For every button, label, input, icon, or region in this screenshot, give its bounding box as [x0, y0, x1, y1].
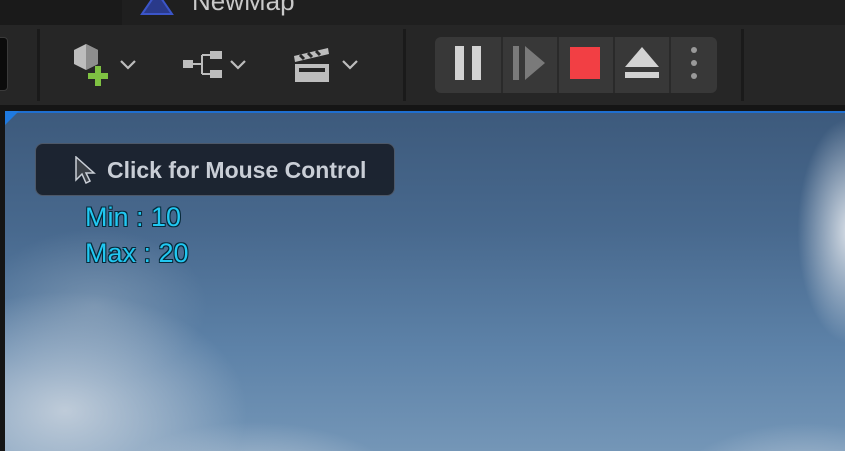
toolbar-divider	[37, 29, 40, 101]
play-controls	[435, 37, 717, 93]
mode-selector-edge[interactable]	[0, 37, 8, 91]
chevron-down-icon	[230, 60, 246, 70]
more-options-button[interactable]	[671, 37, 717, 93]
main-toolbar	[0, 25, 845, 108]
mouse-cursor-icon	[74, 155, 96, 189]
add-actor-icon	[70, 42, 114, 88]
cinematics-button[interactable]	[292, 39, 358, 91]
blueprints-button[interactable]	[182, 39, 246, 91]
mouse-control-label: Click for Mouse Control	[107, 157, 367, 183]
viewport-focus-corner	[5, 111, 19, 125]
more-vertical-icon	[690, 46, 698, 85]
add-actor-button[interactable]	[70, 39, 136, 91]
toolbar-divider	[403, 29, 406, 101]
toolbar-divider	[741, 29, 744, 101]
toolbar-bottom-border	[0, 105, 845, 110]
eject-icon	[625, 46, 659, 84]
mouse-control-button[interactable]: Click for Mouse Control	[35, 143, 395, 196]
step-frame-button[interactable]	[503, 37, 557, 93]
stop-icon	[570, 46, 600, 84]
stop-button[interactable]	[559, 37, 611, 93]
clapperboard-icon	[292, 44, 332, 86]
blueprint-graph-icon	[182, 50, 224, 80]
chevron-down-icon	[342, 60, 358, 70]
inactive-tab-area[interactable]	[0, 0, 122, 25]
tab-title: NewMap	[192, 0, 295, 16]
level-viewport[interactable]: Click for Mouse Control Min : 10 Max : 2…	[5, 111, 845, 451]
min-value-text: Min : 10	[85, 202, 182, 232]
max-value-text: Max : 20	[85, 238, 189, 268]
eject-button[interactable]	[615, 37, 669, 93]
pause-icon	[455, 45, 481, 85]
tab-strip: NewMap	[0, 0, 845, 25]
step-frame-icon	[513, 45, 547, 85]
chevron-down-icon	[120, 60, 136, 70]
tab-newmap[interactable]: NewMap	[122, 0, 845, 25]
viewport-focus-line	[5, 111, 845, 113]
unreal-logo-icon	[140, 0, 174, 21]
pause-button[interactable]	[435, 37, 501, 93]
